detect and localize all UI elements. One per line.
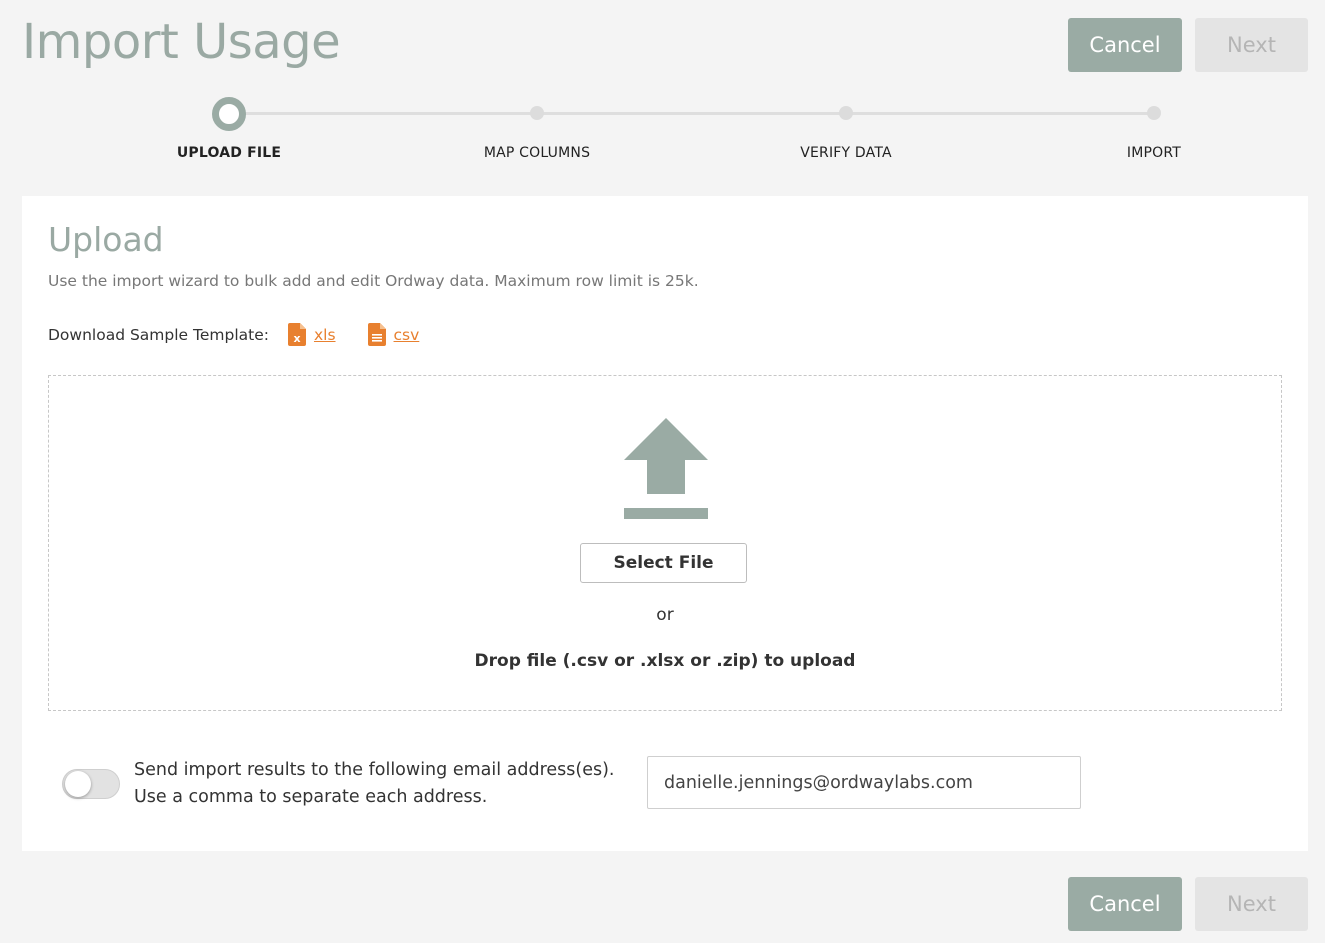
upload-icon — [624, 418, 708, 519]
file-dropzone[interactable]: Select File or Drop file (.csv or .xlsx … — [48, 375, 1282, 711]
drop-instructions: Drop file (.csv or .xlsx or .zip) to upl… — [474, 651, 856, 671]
stepper-track — [229, 112, 1154, 115]
email-instructions-line2: Use a comma to separate each address. — [134, 787, 488, 807]
upload-description: Use the import wizard to bulk add and ed… — [48, 272, 699, 290]
xls-link-label: xls — [313, 325, 336, 344]
svg-text:x: x — [293, 332, 300, 345]
xls-file-icon: x — [287, 323, 306, 346]
step-dot-import — [1147, 106, 1161, 120]
email-instructions-line1: Send import results to the following ema… — [134, 760, 615, 780]
or-text: or — [656, 605, 674, 625]
footer-next-button[interactable]: Next — [1195, 877, 1308, 931]
step-dot-map-columns — [530, 106, 544, 120]
xls-template-link[interactable]: x xls — [287, 323, 336, 346]
sample-template-row: Download Sample Template: x xls csv — [48, 323, 419, 346]
step-label-map-columns: MAP COLUMNS — [483, 145, 591, 161]
step-dot-verify-data — [839, 106, 853, 120]
step-label-import: IMPORT — [1126, 145, 1182, 161]
upload-title: Upload — [48, 220, 164, 259]
csv-template-link[interactable]: csv — [367, 323, 420, 346]
step-label-verify-data: VERIFY DATA — [800, 145, 892, 161]
upload-card: Upload Use the import wizard to bulk add… — [22, 196, 1308, 851]
email-instructions: Send import results to the following ema… — [134, 757, 615, 811]
csv-link-label: csv — [393, 325, 420, 344]
footer-cancel-button[interactable]: Cancel — [1068, 877, 1182, 931]
select-file-button[interactable]: Select File — [580, 543, 747, 583]
page-title: Import Usage — [22, 14, 341, 70]
step-dot-upload-file — [212, 97, 246, 131]
toggle-knob — [65, 771, 91, 797]
template-label: Download Sample Template: — [48, 325, 269, 344]
next-button[interactable]: Next — [1195, 18, 1308, 72]
email-results-toggle[interactable] — [62, 769, 120, 799]
csv-file-icon — [367, 323, 386, 346]
step-label-upload-file: UPLOAD FILE — [176, 145, 282, 161]
email-input[interactable] — [647, 756, 1081, 809]
cancel-button[interactable]: Cancel — [1068, 18, 1182, 72]
